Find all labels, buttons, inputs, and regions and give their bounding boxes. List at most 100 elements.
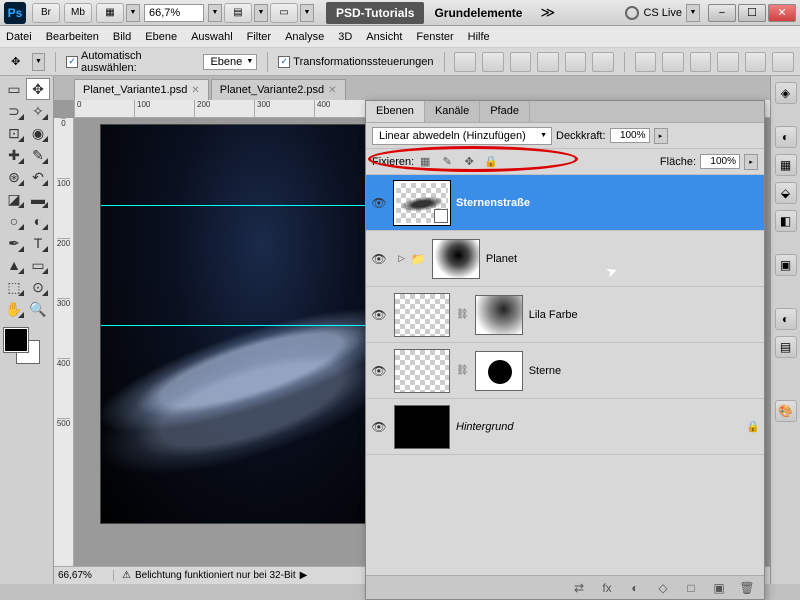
arrange-docs-dropdown[interactable]: ▼ [254, 4, 268, 22]
3d-camera-tool[interactable]: ⊙ [26, 276, 50, 298]
bridge-button[interactable]: Br [32, 3, 60, 23]
menu-hilfe[interactable]: Hilfe [468, 31, 490, 43]
lock-all-icon[interactable]: 🔒 [484, 155, 498, 169]
new-layer-button[interactable]: ▣ [710, 579, 728, 597]
menu-auswahl[interactable]: Auswahl [191, 31, 233, 43]
layer-name[interactable]: Hintergrund [456, 421, 513, 433]
opacity-slider-button[interactable]: ▸ [654, 128, 668, 144]
menu-datei[interactable]: Datei [6, 31, 32, 43]
zoom-level-input[interactable]: 66,7 % [144, 4, 204, 22]
mini-bridge-button[interactable]: Mb [64, 3, 92, 23]
menu-analyse[interactable]: Analyse [285, 31, 324, 43]
align-top-button[interactable] [454, 52, 476, 72]
guide-horizontal[interactable] [101, 205, 369, 206]
shape-tool[interactable]: ▭ [26, 254, 50, 276]
document-canvas[interactable] [100, 124, 370, 524]
layer-mask-thumbnail[interactable] [475, 351, 523, 391]
panel-tab-kanaele[interactable]: Kanäle [425, 101, 480, 122]
layer-thumbnail[interactable] [394, 405, 450, 449]
layer-name[interactable]: Lila Farbe [529, 309, 578, 321]
align-right-button[interactable] [592, 52, 614, 72]
document-tab-2[interactable]: Planet_Variante2.psd ✕ [211, 79, 346, 100]
view-extras-button[interactable]: ▦ [96, 3, 124, 23]
delete-layer-button[interactable]: 🗑 [738, 579, 756, 597]
auto-select-target-dropdown[interactable]: Ebene [203, 54, 257, 70]
healing-brush-tool[interactable]: ✚ [2, 144, 26, 166]
crop-tool[interactable]: ⊡ [2, 122, 26, 144]
menu-bearbeiten[interactable]: Bearbeiten [46, 31, 99, 43]
workspace-grundelemente[interactable]: Grundelemente [424, 2, 532, 24]
layer-mask-thumbnail[interactable] [432, 239, 480, 279]
link-layers-button[interactable]: ⇄ [570, 579, 588, 597]
panel-tab-ebenen[interactable]: Ebenen [366, 101, 425, 122]
layer-thumbnail[interactable] [394, 293, 450, 337]
layer-thumbnail[interactable] [394, 181, 450, 225]
path-select-tool[interactable]: ▲ [2, 254, 26, 276]
window-minimize-button[interactable]: − [708, 4, 736, 22]
workspace-psd-tutorials[interactable]: PSD-Tutorials [326, 2, 424, 24]
screen-mode-dropdown[interactable]: ▼ [300, 4, 314, 22]
menu-filter[interactable]: Filter [247, 31, 271, 43]
opacity-input[interactable]: 100% [610, 128, 650, 143]
distribute-vcenter-button[interactable] [662, 52, 684, 72]
menu-ebene[interactable]: Ebene [145, 31, 177, 43]
status-arrow-icon[interactable]: ▶ [300, 570, 308, 581]
layer-row-sternenstrasse[interactable]: ➤ 👁 Sternenstraße [366, 175, 764, 231]
zoom-tool[interactable]: 🔍 [26, 298, 50, 320]
layer-name[interactable]: Planet [486, 253, 517, 265]
lasso-tool[interactable]: ⊃ [2, 100, 26, 122]
pen-tool[interactable]: ✒ [2, 232, 26, 254]
align-left-button[interactable] [537, 52, 559, 72]
history-brush-tool[interactable]: ↶ [26, 166, 50, 188]
auto-select-checkbox[interactable]: ✓ Automatisch auswählen: [66, 50, 197, 74]
dock-actions-icon[interactable]: ▤ [775, 336, 797, 358]
ruler-vertical[interactable]: 0100200300400500 [54, 118, 74, 566]
type-tool[interactable]: T [26, 232, 50, 254]
dock-styles-icon[interactable]: ⬙ [775, 182, 797, 204]
dock-adjustments-icon[interactable]: ◧ [775, 210, 797, 232]
window-maximize-button[interactable]: ☐ [738, 4, 766, 22]
foreground-color-swatch[interactable] [4, 328, 28, 352]
view-extras-dropdown[interactable]: ▼ [126, 4, 140, 22]
3d-tool[interactable]: ⬚ [2, 276, 26, 298]
dock-swatches-icon[interactable]: ▦ [775, 154, 797, 176]
zoom-dropdown[interactable]: ▼ [208, 4, 222, 22]
layer-row-sterne[interactable]: 👁 ⛓ Sterne [366, 343, 764, 399]
distribute-top-button[interactable] [635, 52, 657, 72]
dock-mask-icon[interactable]: ▣ [775, 254, 797, 276]
layer-visibility-icon[interactable]: 👁 [370, 418, 388, 436]
layer-row-lila-farbe[interactable]: 👁 ⛓ Lila Farbe [366, 287, 764, 343]
layer-visibility-icon[interactable]: 👁 [370, 306, 388, 324]
hand-tool[interactable]: ✋ [2, 298, 26, 320]
distribute-bottom-button[interactable] [690, 52, 712, 72]
align-bottom-button[interactable] [510, 52, 532, 72]
add-mask-button[interactable]: ◐ [626, 579, 644, 597]
distribute-right-button[interactable] [772, 52, 794, 72]
layer-name[interactable]: Sternenstraße [456, 197, 530, 209]
dock-history-icon[interactable]: ◐ [775, 308, 797, 330]
fill-slider-button[interactable]: ▸ [744, 154, 758, 170]
layer-thumbnail[interactable] [394, 349, 450, 393]
dock-color-icon[interactable]: ◐ [775, 126, 797, 148]
lock-pixels-icon[interactable]: ✎ [440, 155, 454, 169]
layer-name[interactable]: Sterne [529, 365, 561, 377]
workspace-more-button[interactable]: ≫ [532, 4, 563, 21]
dock-paint-icon[interactable]: 🎨 [775, 400, 797, 422]
align-vcenter-button[interactable] [482, 52, 504, 72]
blur-tool[interactable]: ○ [2, 210, 26, 232]
arrange-docs-button[interactable]: ▤ [224, 3, 252, 23]
mask-link-icon[interactable]: ⛓ [456, 365, 469, 376]
document-tab-2-close[interactable]: ✕ [328, 85, 336, 96]
status-zoom-input[interactable]: 66,67% [54, 570, 114, 581]
dock-layers-icon[interactable]: ◈ [775, 82, 797, 104]
screen-mode-button[interactable]: ▭ [270, 3, 298, 23]
distribute-hcenter-button[interactable] [745, 52, 767, 72]
layer-row-planet[interactable]: 👁 ▷ 📁 Planet [366, 231, 764, 287]
mask-link-icon[interactable]: ⛓ [456, 309, 469, 320]
menu-fenster[interactable]: Fenster [416, 31, 453, 43]
transform-controls-checkbox[interactable]: ✓ Transformationssteuerungen [278, 56, 433, 68]
guide-horizontal[interactable] [101, 325, 369, 326]
brush-tool[interactable]: ✎ [26, 144, 50, 166]
menu-ansicht[interactable]: Ansicht [366, 31, 402, 43]
blend-mode-dropdown[interactable]: Linear abwedeln (Hinzufügen) [372, 127, 552, 145]
